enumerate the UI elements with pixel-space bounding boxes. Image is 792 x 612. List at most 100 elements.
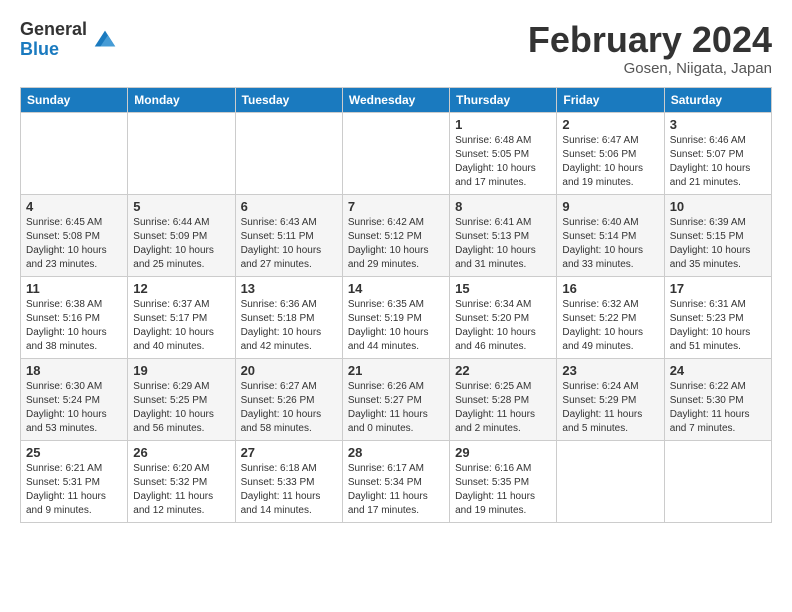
day-number: 25 <box>26 445 122 460</box>
calendar-day-cell: 27Sunrise: 6:18 AM Sunset: 5:33 PM Dayli… <box>235 440 342 522</box>
day-info: Sunrise: 6:47 AM Sunset: 5:06 PM Dayligh… <box>562 134 658 190</box>
day-number: 2 <box>562 117 658 132</box>
weekday-header-cell: Thursday <box>450 87 557 112</box>
calendar-day-cell <box>128 112 235 194</box>
calendar-day-cell: 23 Sunrise: 6:24 AM Sunset: 5:29 PM Dayli… <box>557 358 664 440</box>
day-info: Sunrise: 6:37 AM Sunset: 5:17 PM Dayligh… <box>133 298 229 354</box>
calendar-day-cell <box>342 112 449 194</box>
calendar-day-cell: 29 Sunrise: 6:16 AM Sunset: 5:35 PM Dayli… <box>450 440 557 522</box>
day-info: Sunrise: 6:18 AM Sunset: 5:33 PM Dayligh… <box>241 462 337 518</box>
day-number: 15 <box>455 281 551 296</box>
logo-text: General Blue <box>20 20 87 60</box>
logo-blue: Blue <box>20 40 87 60</box>
calendar-day-cell: 24Sunrise: 6:22 AM Sunset: 5:30 PM Dayli… <box>664 358 771 440</box>
weekday-header-row: SundayMondayTuesdayWednesdayThursdayFrid… <box>21 87 772 112</box>
day-number: 29 <box>455 445 551 460</box>
weekday-header-cell: Sunday <box>21 87 128 112</box>
calendar-day-cell: 15 Sunrise: 6:34 AM Sunset: 5:20 PM Dayli… <box>450 276 557 358</box>
calendar-day-cell: 8 Sunrise: 6:41 AM Sunset: 5:13 PM Daylig… <box>450 194 557 276</box>
day-info: Sunrise: 6:16 AM Sunset: 5:35 PM Dayligh… <box>455 462 551 518</box>
day-info: Sunrise: 6:32 AM Sunset: 5:22 PM Dayligh… <box>562 298 658 354</box>
day-info: Sunrise: 6:27 AM Sunset: 5:26 PM Dayligh… <box>241 380 337 436</box>
day-info: Sunrise: 6:25 AM Sunset: 5:28 PM Dayligh… <box>455 380 551 436</box>
title-area: February 2024 Gosen, Niigata, Japan <box>528 20 772 77</box>
calendar-day-cell: 9Sunrise: 6:40 AM Sunset: 5:14 PM Daylig… <box>557 194 664 276</box>
day-info: Sunrise: 6:43 AM Sunset: 5:11 PM Dayligh… <box>241 216 337 272</box>
day-number: 1 <box>455 117 551 132</box>
weekday-header-cell: Tuesday <box>235 87 342 112</box>
day-number: 20 <box>241 363 337 378</box>
calendar-day-cell: 16 Sunrise: 6:32 AM Sunset: 5:22 PM Dayli… <box>557 276 664 358</box>
weekday-header-cell: Monday <box>128 87 235 112</box>
calendar-day-cell: 18 Sunrise: 6:30 AM Sunset: 5:24 PM Dayli… <box>21 358 128 440</box>
calendar-day-cell: 1Sunrise: 6:48 AM Sunset: 5:05 PM Daylig… <box>450 112 557 194</box>
day-info: Sunrise: 6:41 AM Sunset: 5:13 PM Dayligh… <box>455 216 551 272</box>
day-number: 13 <box>241 281 337 296</box>
day-number: 14 <box>348 281 444 296</box>
day-number: 22 <box>455 363 551 378</box>
weekday-header-cell: Friday <box>557 87 664 112</box>
calendar-day-cell: 7Sunrise: 6:42 AM Sunset: 5:12 PM Daylig… <box>342 194 449 276</box>
day-info: Sunrise: 6:46 AM Sunset: 5:07 PM Dayligh… <box>670 134 766 190</box>
calendar-day-cell: 6 Sunrise: 6:43 AM Sunset: 5:11 PM Daylig… <box>235 194 342 276</box>
calendar-day-cell: 3 Sunrise: 6:46 AM Sunset: 5:07 PM Daylig… <box>664 112 771 194</box>
day-number: 18 <box>26 363 122 378</box>
month-title: February 2024 <box>528 20 772 60</box>
day-number: 4 <box>26 199 122 214</box>
calendar-day-cell: 10 Sunrise: 6:39 AM Sunset: 5:15 PM Dayli… <box>664 194 771 276</box>
day-info: Sunrise: 6:44 AM Sunset: 5:09 PM Dayligh… <box>133 216 229 272</box>
calendar-day-cell: 5Sunrise: 6:44 AM Sunset: 5:09 PM Daylig… <box>128 194 235 276</box>
calendar-day-cell: 28Sunrise: 6:17 AM Sunset: 5:34 PM Dayli… <box>342 440 449 522</box>
day-info: Sunrise: 6:31 AM Sunset: 5:23 PM Dayligh… <box>670 298 766 354</box>
calendar-week-row: 18 Sunrise: 6:30 AM Sunset: 5:24 PM Dayli… <box>21 358 772 440</box>
weekday-header-cell: Wednesday <box>342 87 449 112</box>
day-number: 10 <box>670 199 766 214</box>
day-number: 7 <box>348 199 444 214</box>
day-info: Sunrise: 6:26 AM Sunset: 5:27 PM Dayligh… <box>348 380 444 436</box>
calendar-week-row: 4 Sunrise: 6:45 AM Sunset: 5:08 PM Daylig… <box>21 194 772 276</box>
calendar-day-cell: 11 Sunrise: 6:38 AM Sunset: 5:16 PM Dayli… <box>21 276 128 358</box>
day-number: 26 <box>133 445 229 460</box>
calendar-day-cell: 20 Sunrise: 6:27 AM Sunset: 5:26 PM Dayli… <box>235 358 342 440</box>
day-info: Sunrise: 6:39 AM Sunset: 5:15 PM Dayligh… <box>670 216 766 272</box>
calendar-day-cell <box>21 112 128 194</box>
day-number: 11 <box>26 281 122 296</box>
day-info: Sunrise: 6:24 AM Sunset: 5:29 PM Dayligh… <box>562 380 658 436</box>
calendar-week-row: 1Sunrise: 6:48 AM Sunset: 5:05 PM Daylig… <box>21 112 772 194</box>
page-header: General Blue February 2024 Gosen, Niigat… <box>20 20 772 77</box>
day-number: 21 <box>348 363 444 378</box>
logo-general: General <box>20 20 87 40</box>
day-info: Sunrise: 6:34 AM Sunset: 5:20 PM Dayligh… <box>455 298 551 354</box>
day-info: Sunrise: 6:30 AM Sunset: 5:24 PM Dayligh… <box>26 380 122 436</box>
day-number: 23 <box>562 363 658 378</box>
day-info: Sunrise: 6:40 AM Sunset: 5:14 PM Dayligh… <box>562 216 658 272</box>
location: Gosen, Niigata, Japan <box>528 60 772 77</box>
calendar-day-cell: 12 Sunrise: 6:37 AM Sunset: 5:17 PM Dayli… <box>128 276 235 358</box>
day-number: 8 <box>455 199 551 214</box>
calendar-table: SundayMondayTuesdayWednesdayThursdayFrid… <box>20 87 772 523</box>
day-number: 24 <box>670 363 766 378</box>
weekday-header-cell: Saturday <box>664 87 771 112</box>
calendar-day-cell <box>235 112 342 194</box>
calendar-day-cell: 2 Sunrise: 6:47 AM Sunset: 5:06 PM Daylig… <box>557 112 664 194</box>
day-number: 3 <box>670 117 766 132</box>
calendar-day-cell: 26Sunrise: 6:20 AM Sunset: 5:32 PM Dayli… <box>128 440 235 522</box>
day-info: Sunrise: 6:29 AM Sunset: 5:25 PM Dayligh… <box>133 380 229 436</box>
calendar-day-cell: 4 Sunrise: 6:45 AM Sunset: 5:08 PM Daylig… <box>21 194 128 276</box>
day-number: 16 <box>562 281 658 296</box>
calendar-day-cell: 19Sunrise: 6:29 AM Sunset: 5:25 PM Dayli… <box>128 358 235 440</box>
day-info: Sunrise: 6:17 AM Sunset: 5:34 PM Dayligh… <box>348 462 444 518</box>
day-info: Sunrise: 6:38 AM Sunset: 5:16 PM Dayligh… <box>26 298 122 354</box>
calendar-day-cell: 17 Sunrise: 6:31 AM Sunset: 5:23 PM Dayli… <box>664 276 771 358</box>
day-info: Sunrise: 6:45 AM Sunset: 5:08 PM Dayligh… <box>26 216 122 272</box>
logo-icon <box>91 26 119 54</box>
day-number: 6 <box>241 199 337 214</box>
calendar-day-cell <box>664 440 771 522</box>
calendar-day-cell: 25Sunrise: 6:21 AM Sunset: 5:31 PM Dayli… <box>21 440 128 522</box>
calendar-day-cell: 14Sunrise: 6:35 AM Sunset: 5:19 PM Dayli… <box>342 276 449 358</box>
day-number: 12 <box>133 281 229 296</box>
day-number: 17 <box>670 281 766 296</box>
calendar-body: 1Sunrise: 6:48 AM Sunset: 5:05 PM Daylig… <box>21 112 772 522</box>
calendar-day-cell <box>557 440 664 522</box>
logo: General Blue <box>20 20 119 60</box>
